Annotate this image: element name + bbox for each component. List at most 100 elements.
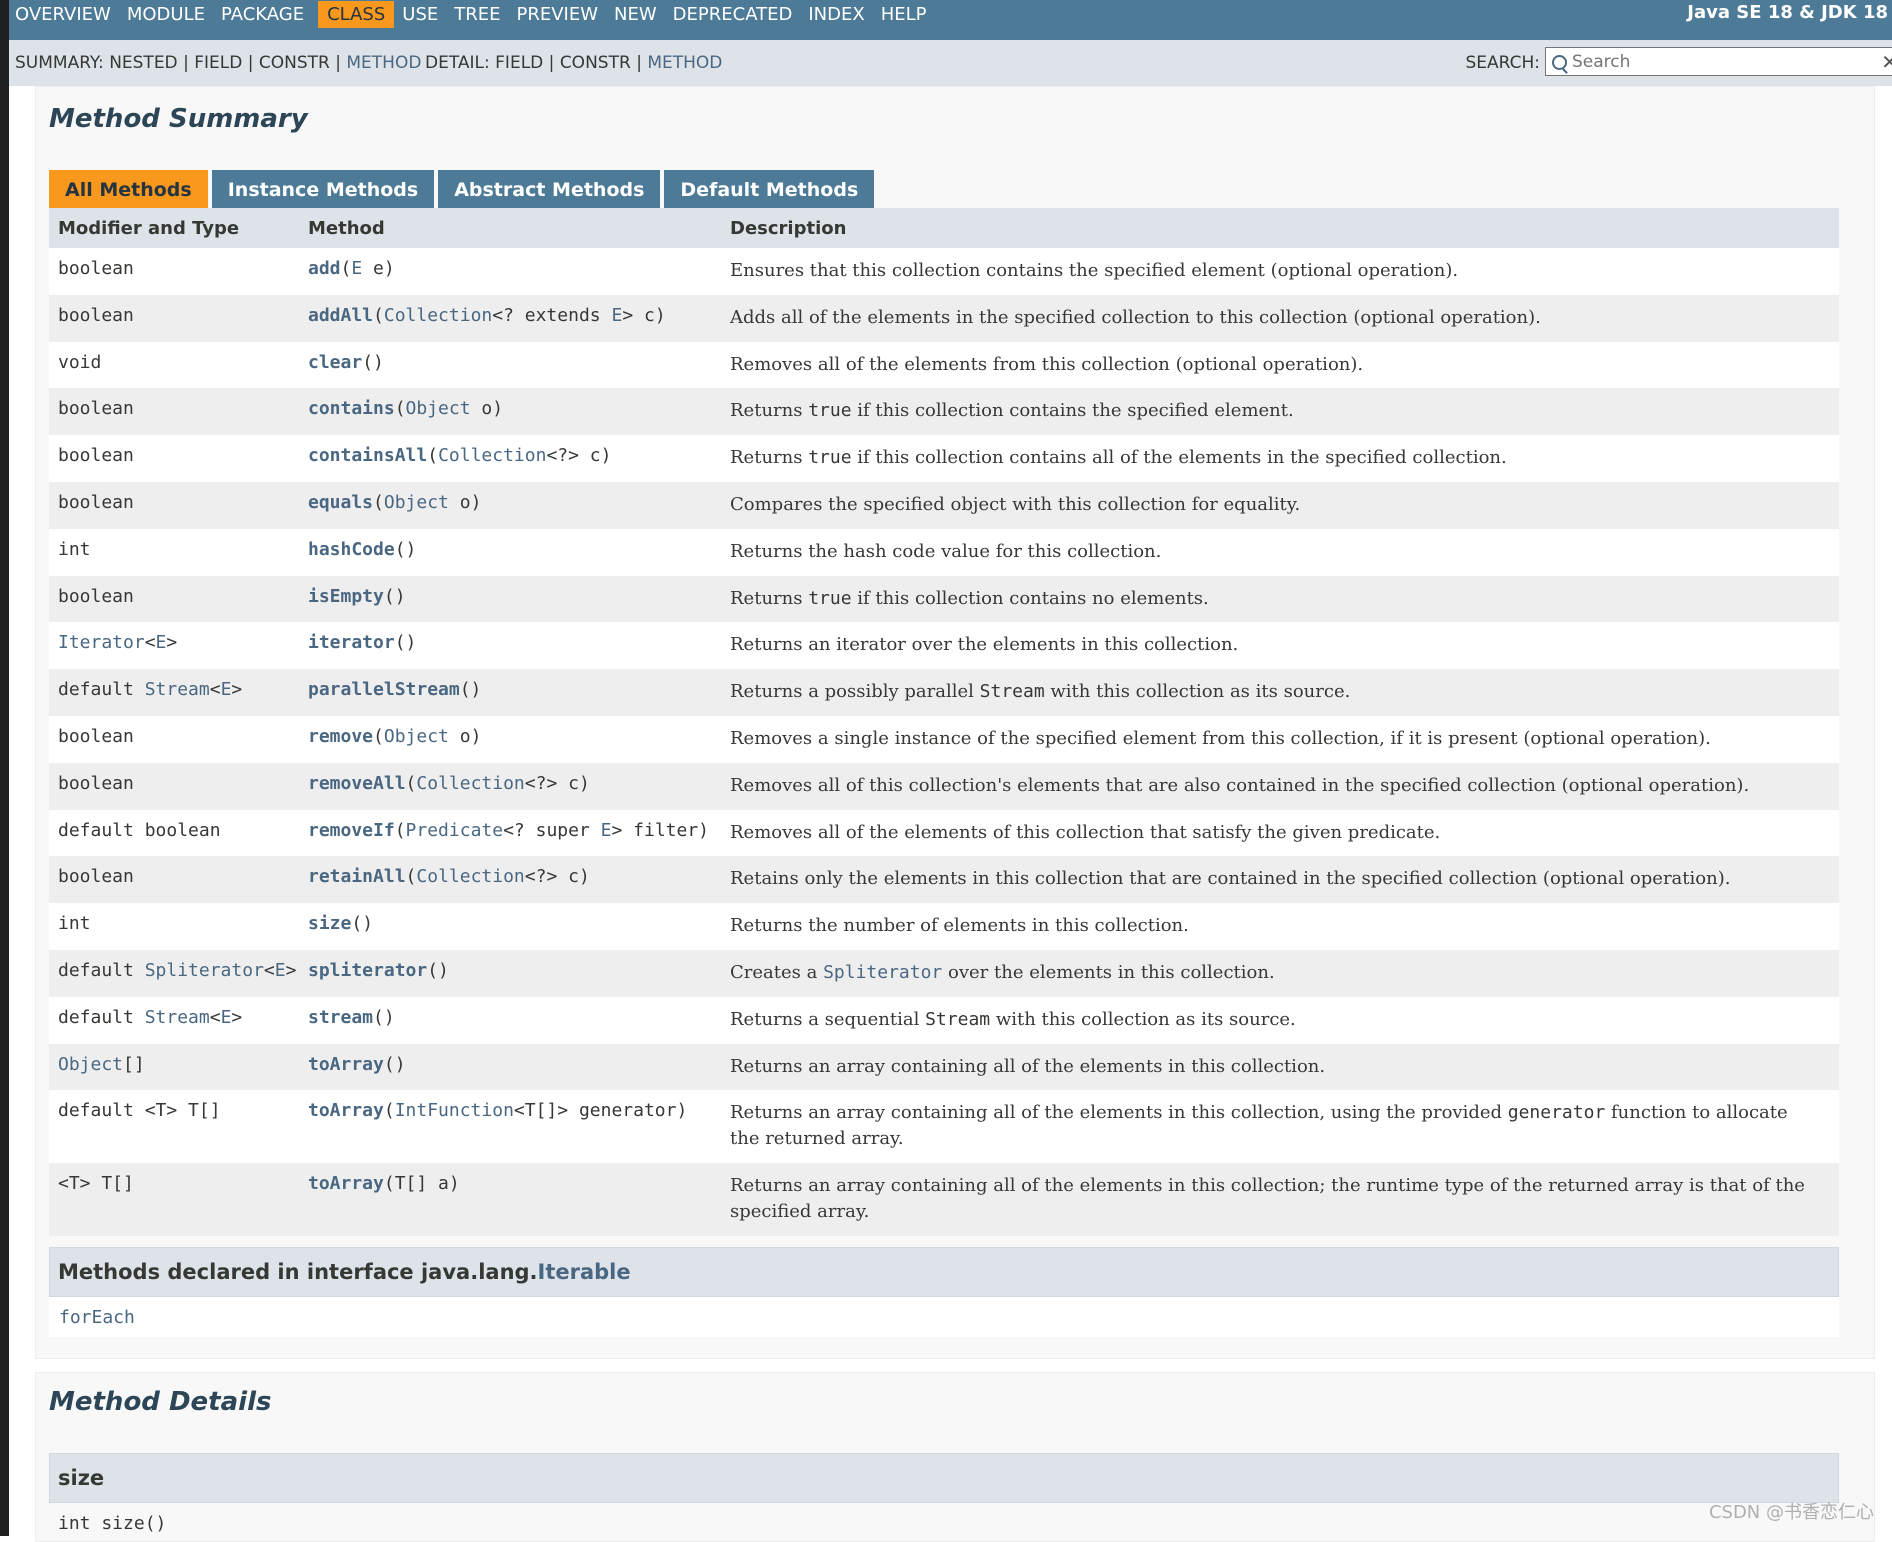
type-link[interactable]: Object — [384, 726, 449, 747]
foreach-link[interactable]: forEach — [59, 1307, 135, 1328]
method-cell: isEmpty() — [305, 586, 727, 607]
nav-item-class[interactable]: CLASS — [318, 1, 394, 28]
method-name-link[interactable]: equals — [308, 492, 373, 513]
text-segment: < — [210, 679, 221, 700]
tab-default-methods[interactable]: Default Methods — [664, 170, 874, 210]
modifier-type-cell: boolean — [49, 866, 305, 887]
type-link[interactable]: Object — [384, 492, 449, 513]
nav-item-tree[interactable]: TREE — [454, 1, 508, 28]
text-segment: ( — [341, 258, 352, 279]
table-body: booleanadd(E e)Ensures that this collect… — [49, 248, 1839, 1236]
type-link[interactable]: Object — [406, 398, 471, 419]
text-segment: int — [58, 539, 91, 560]
type-link[interactable]: Collection — [416, 773, 524, 794]
modifier-type-cell: int — [49, 913, 305, 934]
reset-icon[interactable]: ✕ — [1881, 50, 1892, 74]
method-name-link[interactable]: addAll — [308, 305, 373, 326]
table-row: boolean retainAll(Collection<?> c)Retains… — [49, 856, 1839, 903]
type-link[interactable]: IntFunction — [395, 1100, 514, 1121]
tab-all-methods[interactable]: All Methods — [49, 170, 208, 210]
method-cell: retainAll(Collection<?> c) — [305, 866, 727, 887]
method-name-link[interactable]: toArray — [308, 1054, 384, 1075]
text-segment: boolean — [58, 398, 134, 419]
text-segment: < — [264, 960, 275, 981]
text-segment: ( — [406, 866, 417, 887]
method-name-link[interactable]: isEmpty — [308, 586, 384, 607]
type-link[interactable]: Stream — [145, 1007, 210, 1028]
detail-field: FIELD — [495, 53, 543, 73]
method-signature: int size() — [58, 1513, 166, 1534]
type-link[interactable]: E — [275, 960, 286, 981]
method-name-link[interactable]: add — [308, 258, 341, 279]
inline-code: true — [808, 588, 851, 609]
method-name-link[interactable]: spliterator — [308, 960, 427, 981]
method-name-link[interactable]: containsAll — [308, 445, 427, 466]
search-input[interactable]: Search ✕ — [1545, 47, 1892, 76]
type-link[interactable]: Iterator — [58, 632, 145, 653]
modifier-type-cell: default Stream<E> — [49, 1007, 305, 1028]
method-name-link[interactable]: iterator — [308, 632, 395, 653]
modifier-type-cell: Object[] — [49, 1054, 305, 1075]
text-segment: > — [166, 632, 177, 653]
type-link[interactable]: Predicate — [406, 820, 504, 841]
method-name-link[interactable]: stream — [308, 1007, 373, 1028]
text-segment: boolean — [58, 866, 134, 887]
nav-item-module[interactable]: MODULE — [127, 1, 213, 28]
code-type-link[interactable]: Spliterator — [823, 962, 942, 983]
type-link[interactable]: Collection — [384, 305, 492, 326]
method-cell: hashCode() — [305, 539, 727, 560]
method-name-link[interactable]: toArray — [308, 1100, 384, 1121]
nav-item-preview[interactable]: PREVIEW — [517, 1, 607, 28]
method-name-link[interactable]: retainAll — [308, 866, 406, 887]
type-link[interactable]: Stream — [145, 679, 210, 700]
text-segment: < — [145, 632, 156, 653]
method-tabs: All MethodsInstance MethodsAbstract Meth… — [49, 170, 878, 210]
method-name-link[interactable]: removeIf — [308, 820, 395, 841]
text-segment: > c) — [622, 305, 665, 326]
tab-instance-methods[interactable]: Instance Methods — [212, 170, 434, 210]
method-name-link[interactable]: remove — [308, 726, 373, 747]
text-segment: o) — [471, 398, 504, 419]
method-name-link[interactable]: toArray — [308, 1173, 384, 1194]
nav-item-use[interactable]: USE — [402, 1, 446, 28]
description-cell: Returns a possibly parallel Stream with … — [727, 679, 1837, 705]
detail-method-link[interactable]: METHOD — [647, 53, 722, 73]
column-header-description: Description — [727, 218, 1837, 239]
type-link[interactable]: E — [351, 258, 362, 279]
summary-method-link[interactable]: METHOD — [346, 53, 421, 73]
table-row: Iterator<E>iterator()Returns an iterator… — [49, 622, 1839, 669]
method-name-link[interactable]: parallelStream — [308, 679, 460, 700]
nav-item-help[interactable]: HELP — [881, 1, 935, 28]
modifier-type-cell: boolean — [49, 773, 305, 794]
method-name-link[interactable]: clear — [308, 352, 362, 373]
nav-item-deprecated[interactable]: DEPRECATED — [673, 1, 801, 28]
text-segment: Retains only the elements in this collec… — [730, 868, 1730, 889]
nav-item-index[interactable]: INDEX — [808, 1, 872, 28]
method-name-link[interactable]: hashCode — [308, 539, 395, 560]
method-name-link[interactable]: contains — [308, 398, 395, 419]
type-link[interactable]: E — [601, 820, 612, 841]
type-link[interactable]: Collection — [416, 866, 524, 887]
nav-item-package[interactable]: PACKAGE — [221, 1, 312, 28]
nav-item-new[interactable]: NEW — [614, 1, 665, 28]
iterable-link[interactable]: Iterable — [538, 1260, 631, 1284]
text-segment: default <T> T[] — [58, 1100, 221, 1121]
type-link[interactable]: E — [221, 1007, 232, 1028]
type-link[interactable]: E — [156, 632, 167, 653]
type-link[interactable]: Spliterator — [145, 960, 264, 981]
method-name-link[interactable]: removeAll — [308, 773, 406, 794]
type-link[interactable]: Object — [58, 1054, 123, 1075]
method-name-link[interactable]: size — [308, 913, 351, 934]
separator: | — [183, 53, 189, 73]
tab-abstract-methods[interactable]: Abstract Methods — [438, 170, 660, 210]
text-segment: Returns — [730, 400, 808, 421]
text-segment: Returns an iterator over the elements in… — [730, 634, 1238, 655]
column-header-method: Method — [305, 218, 727, 239]
method-cell: parallelStream() — [305, 679, 727, 700]
method-cell: spliterator() — [305, 960, 727, 981]
type-link[interactable]: E — [611, 305, 622, 326]
type-link[interactable]: E — [221, 679, 232, 700]
nav-item-overview[interactable]: OVERVIEW — [15, 1, 119, 28]
type-link[interactable]: Collection — [438, 445, 546, 466]
main-content: Method Summary All MethodsInstance Metho… — [9, 86, 1892, 1536]
